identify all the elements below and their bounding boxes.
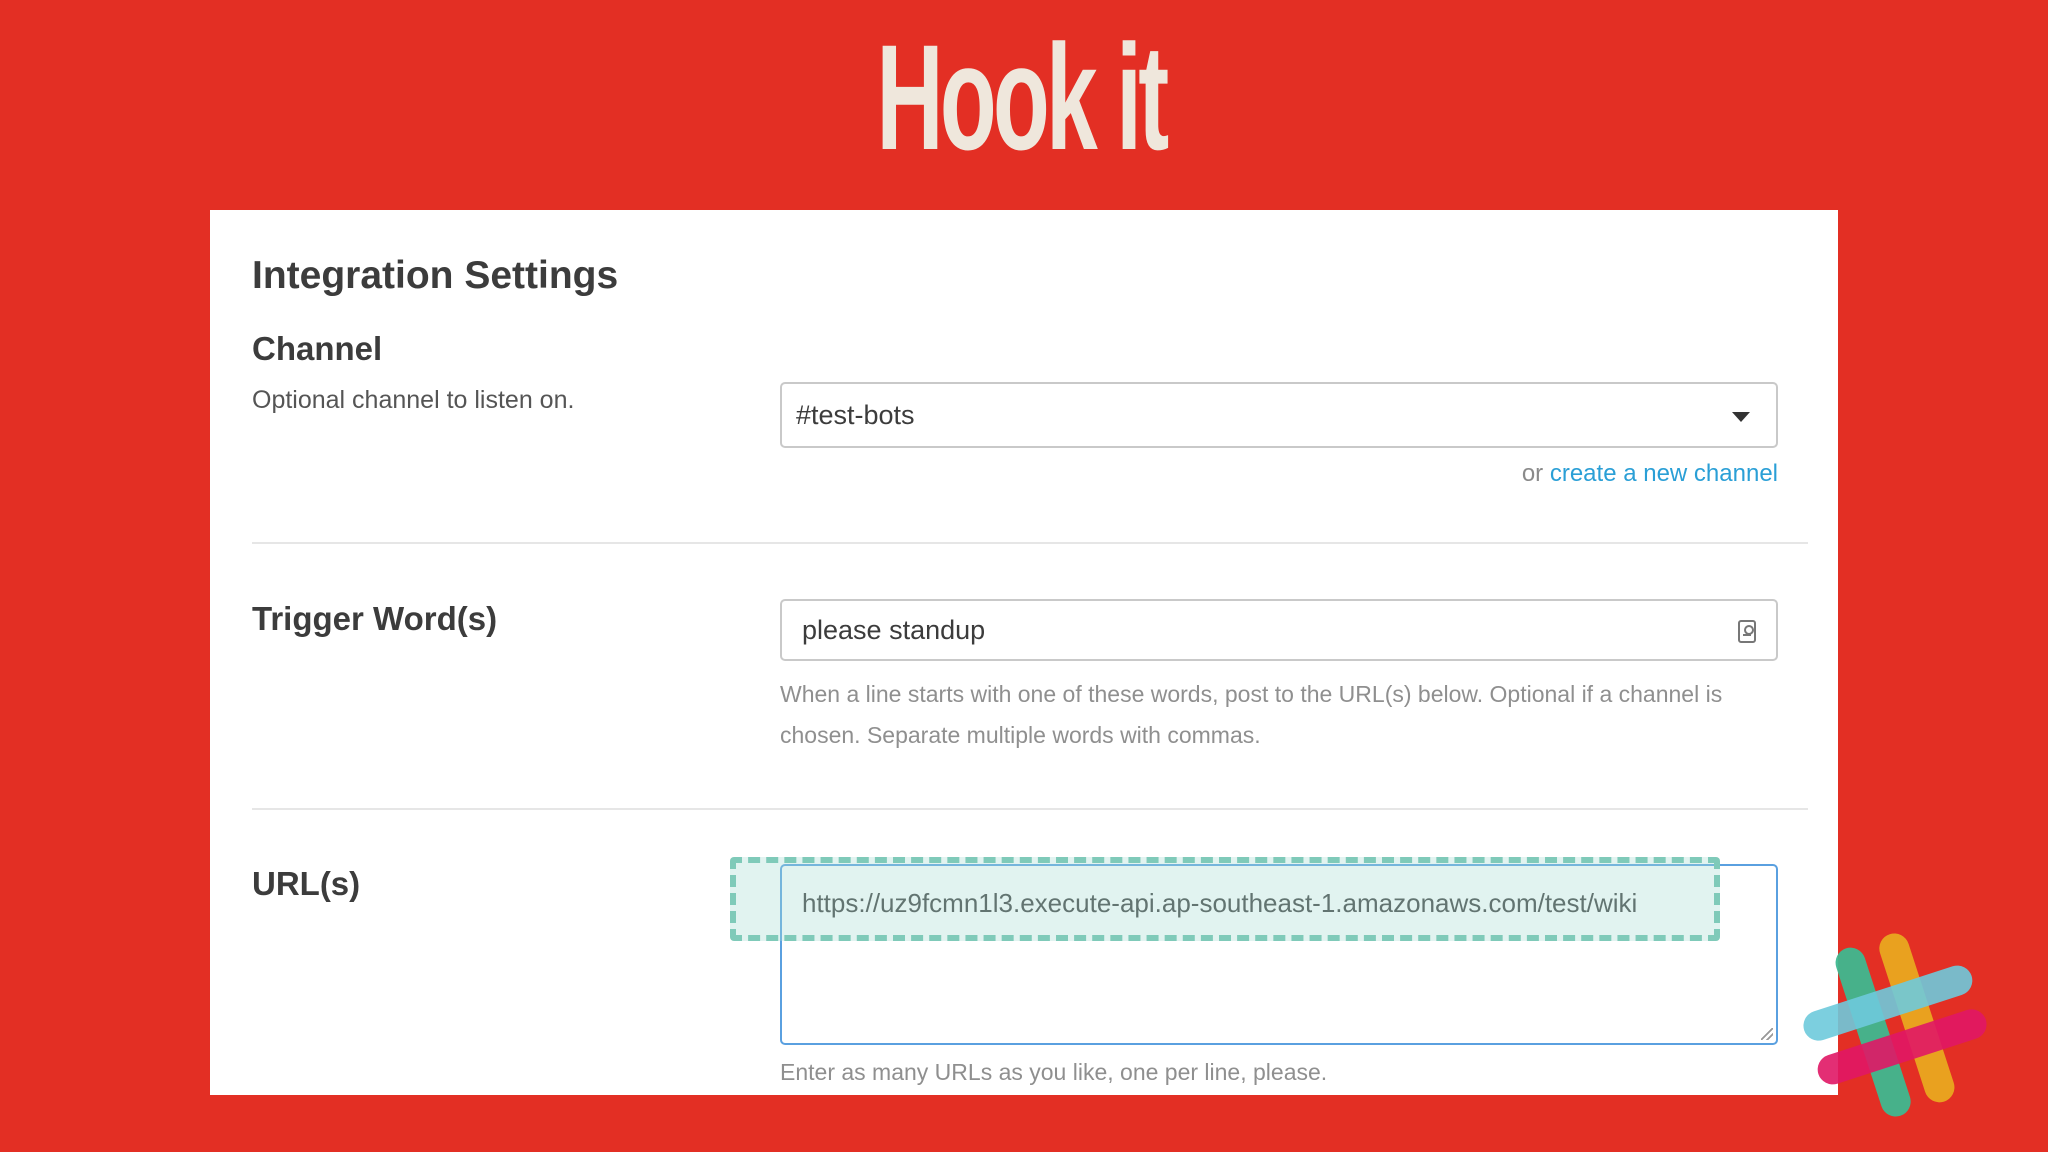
- chevron-down-icon: [1732, 412, 1750, 422]
- slack-logo: [1803, 933, 1987, 1117]
- trigger-words-value: please standup: [802, 614, 986, 645]
- urls-label: URL(s): [252, 865, 361, 902]
- integration-settings-panel: Integration Settings Channel Optional ch…: [210, 210, 1838, 1095]
- channel-select-value: #test-bots: [796, 399, 915, 430]
- channel-select[interactable]: #test-bots: [780, 382, 1778, 448]
- urls-help: Enter as many URLs as you like, one per …: [780, 1059, 1328, 1085]
- urls-value: https://uz9fcmn1l3.execute-api.ap-southe…: [802, 888, 1638, 918]
- trigger-help-line-2: chosen. Separate multiple words with com…: [780, 722, 1261, 748]
- create-channel-line: or create a new channel: [1522, 460, 1778, 488]
- section-divider: [252, 542, 1808, 544]
- channel-label: Channel: [252, 330, 383, 367]
- trigger-words-help: When a line starts with one of these wor…: [780, 674, 1778, 756]
- trigger-words-label: Trigger Word(s): [252, 600, 498, 637]
- section-divider: [252, 808, 1808, 810]
- channel-description: Optional channel to listen on.: [252, 386, 575, 414]
- slide-title: Hook it: [876, 13, 1169, 181]
- create-channel-prefix: or: [1521, 460, 1550, 487]
- panel-heading: Integration Settings: [252, 254, 619, 297]
- resize-handle-icon[interactable]: [1761, 1028, 1773, 1040]
- contact-card-icon[interactable]: [1738, 620, 1756, 643]
- urls-textarea[interactable]: https://uz9fcmn1l3.execute-api.ap-southe…: [780, 864, 1778, 1045]
- trigger-help-line-1: When a line starts with one of these wor…: [780, 681, 1723, 707]
- trigger-words-input[interactable]: please standup: [780, 599, 1778, 661]
- create-channel-link[interactable]: create a new channel: [1550, 460, 1778, 487]
